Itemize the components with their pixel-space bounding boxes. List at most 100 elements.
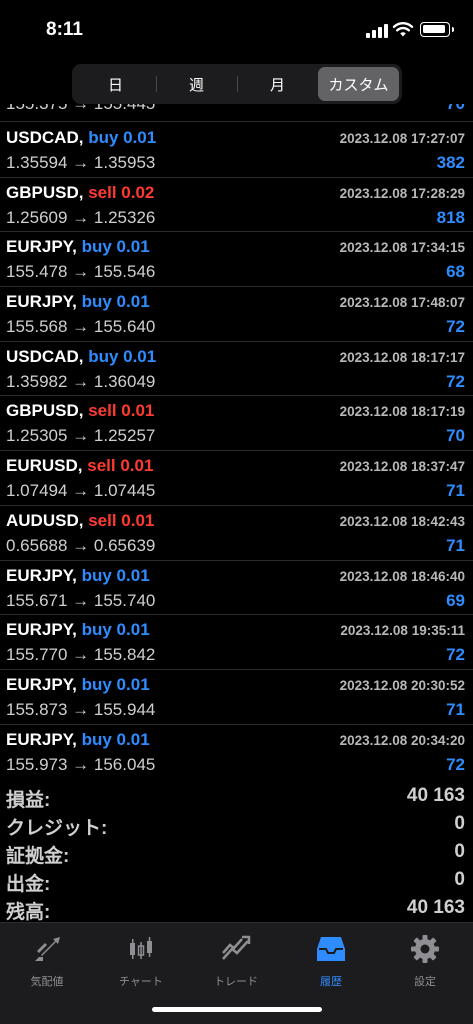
list-item[interactable]: EURJPY, buy 0.01 2023.12.08 17:48:07 155.5… — [0, 287, 473, 342]
chart-icon — [130, 937, 152, 959]
trade-profit: 72 — [446, 371, 465, 391]
list-item-partial[interactable]: 155.375 → 155.445 70 — [0, 104, 473, 122]
symbol-label: EURJPY, — [6, 674, 77, 694]
quotes-icon — [35, 937, 60, 961]
trade-side: sell 0.01 — [88, 401, 155, 421]
trade-time: 2023.12.08 19:35:11 — [340, 623, 465, 639]
trade-symbol: EURJPY, buy 0.01 — [6, 620, 150, 640]
tab-history[interactable]: 履歴 — [284, 931, 378, 988]
trade-time: 2023.12.08 18:37:47 — [339, 459, 465, 475]
tab-label: トレード — [214, 976, 258, 988]
segment-custom[interactable]: カスタム — [318, 67, 399, 101]
trade-symbol: EURJPY, buy 0.01 — [6, 566, 150, 586]
trade-time: 2023.12.08 17:34:15 — [339, 240, 465, 256]
trade-prices: 155.973 → 156.045 — [6, 754, 156, 774]
symbol-label: EURJPY, — [6, 565, 77, 585]
list-item[interactable]: USDCAD, buy 0.01 2023.12.08 17:27:07 1.355… — [0, 123, 473, 178]
trade-time: 2023.12.08 17:48:07 — [339, 295, 465, 311]
summary-row: クレジット: 0 — [0, 811, 473, 839]
trade-prices: 1.25609 → 1.25326 — [6, 207, 156, 227]
list-item[interactable]: EURJPY, buy 0.01 2023.12.08 20:30:52 155.8… — [0, 670, 473, 725]
trade-time: 2023.12.08 18:17:17 — [339, 349, 465, 365]
trade-symbol: EURJPY, buy 0.01 — [6, 675, 150, 695]
tab-label: 履歴 — [320, 976, 342, 988]
tab-trade[interactable]: トレード — [189, 931, 283, 988]
trade-time: 2023.12.08 18:42:43 — [339, 513, 465, 529]
cellular-signal-icon — [366, 24, 388, 38]
trade-symbol: EURUSD, sell 0.01 — [6, 456, 153, 476]
settings-icon — [411, 935, 439, 963]
trade-side: sell 0.01 — [88, 510, 155, 530]
list-item[interactable]: EURUSD, sell 0.01 2023.12.08 18:37:47 1.07… — [0, 451, 473, 506]
trade-symbol: USDCAD, buy 0.01 — [6, 128, 156, 148]
trade-profit: 71 — [446, 699, 465, 719]
list-item[interactable]: GBPUSD, sell 0.01 2023.12.08 18:17:19 1.25… — [0, 396, 473, 452]
trade-profit: 818 — [436, 207, 465, 227]
trade-side: buy 0.01 — [81, 674, 150, 694]
summary-value: 40 163 — [406, 785, 465, 806]
home-indicator[interactable] — [152, 1007, 322, 1012]
list-item[interactable]: AUDUSD, sell 0.01 2023.12.08 18:42:43 0.65… — [0, 506, 473, 561]
trade-icon — [222, 935, 251, 960]
symbol-label: USDCAD, — [6, 346, 84, 366]
segment-day[interactable]: 日 — [75, 67, 156, 101]
trade-prices: 155.568 → 155.640 — [6, 317, 156, 337]
trade-symbol: USDCAD, buy 0.01 — [6, 347, 156, 367]
trade-symbol: EURJPY, buy 0.01 — [6, 292, 150, 312]
trade-prices: 1.07494 → 1.07445 — [6, 481, 156, 501]
trade-side: buy 0.01 — [81, 237, 150, 257]
trade-prices: 1.25305 → 1.25257 — [6, 426, 156, 446]
summary-row: 証拠金: 0 — [0, 839, 473, 867]
battery-icon — [420, 22, 454, 37]
symbol-label: EURJPY, — [6, 729, 77, 749]
symbol-label: GBPUSD, — [6, 401, 84, 421]
trade-prices: 155.770 → 155.842 — [6, 645, 156, 665]
trade-symbol: EURJPY, buy 0.01 — [6, 730, 150, 750]
trade-time: 2023.12.08 18:17:19 — [339, 404, 465, 420]
list-item[interactable]: GBPUSD, sell 0.02 2023.12.08 17:28:29 1.25… — [0, 178, 473, 233]
segment-month[interactable]: 月 — [237, 67, 318, 101]
trade-time: 2023.12.08 20:30:52 — [339, 677, 465, 693]
symbol-label: EURJPY, — [6, 292, 77, 312]
trade-time: 2023.12.08 17:28:29 — [339, 185, 465, 201]
tab-chart[interactable]: チャート — [94, 931, 188, 988]
summary-label: クレジット: — [6, 818, 108, 839]
tab-settings[interactable]: 設定 — [378, 931, 472, 988]
symbol-label: AUDUSD, — [6, 510, 84, 530]
trade-rows: USDCAD, buy 0.01 2023.12.08 17:27:07 1.355… — [0, 123, 473, 778]
trade-prices: 155.478 → 155.546 — [6, 262, 156, 282]
trade-profit: 71 — [446, 535, 465, 555]
list-item[interactable]: EURJPY, buy 0.01 2023.12.08 17:34:15 155.4… — [0, 232, 473, 288]
trade-profit: 72 — [446, 754, 465, 774]
trade-profit: 69 — [446, 590, 465, 610]
tab-label: チャート — [119, 976, 163, 988]
trade-side: sell 0.02 — [88, 182, 155, 202]
symbol-label: USDCAD, — [6, 128, 84, 147]
summary-row: 出金: 0 — [0, 867, 473, 895]
trade-profit: 382 — [436, 153, 465, 172]
summary-value: 40 163 — [406, 897, 465, 918]
summary-value: 0 — [454, 869, 465, 890]
trade-side: sell 0.01 — [87, 456, 154, 476]
summary-label: 出金: — [6, 874, 51, 895]
summary-row: 残高: 40 163 — [0, 895, 473, 923]
account-summary: 損益: 40 163 クレジット: 0 証拠金: 0 出金: 0 残高: 40 163 — [0, 783, 473, 923]
list-item[interactable]: USDCAD, buy 0.01 2023.12.08 18:17:17 1.359… — [0, 342, 473, 397]
segment-week[interactable]: 週 — [156, 67, 237, 101]
symbol-label: EURUSD, — [6, 456, 83, 476]
summary-row: 損益: 40 163 — [0, 783, 473, 811]
trade-history-list[interactable]: 155.375 → 155.445 70 USDCAD, buy 0.01 202… — [0, 104, 473, 778]
tab-label: 気配値 — [30, 976, 64, 988]
symbol-label: GBPUSD, — [6, 182, 84, 202]
wifi-icon — [392, 22, 414, 37]
list-item[interactable]: EURJPY, buy 0.01 2023.12.08 18:46:40 155.6… — [0, 561, 473, 616]
trade-side: buy 0.01 — [88, 346, 157, 366]
list-item[interactable]: EURJPY, buy 0.01 2023.12.08 20:34:20 155.9… — [0, 725, 473, 778]
summary-value: 0 — [454, 841, 465, 862]
list-item[interactable]: EURJPY, buy 0.01 2023.12.08 19:35:11 155.7… — [0, 615, 473, 670]
tab-quotes[interactable]: 気配値 — [0, 931, 94, 988]
summary-label: 証拠金: — [6, 846, 70, 867]
history-icon — [317, 937, 345, 961]
trade-symbol: AUDUSD, sell 0.01 — [6, 511, 154, 531]
summary-label: 損益: — [6, 790, 51, 811]
